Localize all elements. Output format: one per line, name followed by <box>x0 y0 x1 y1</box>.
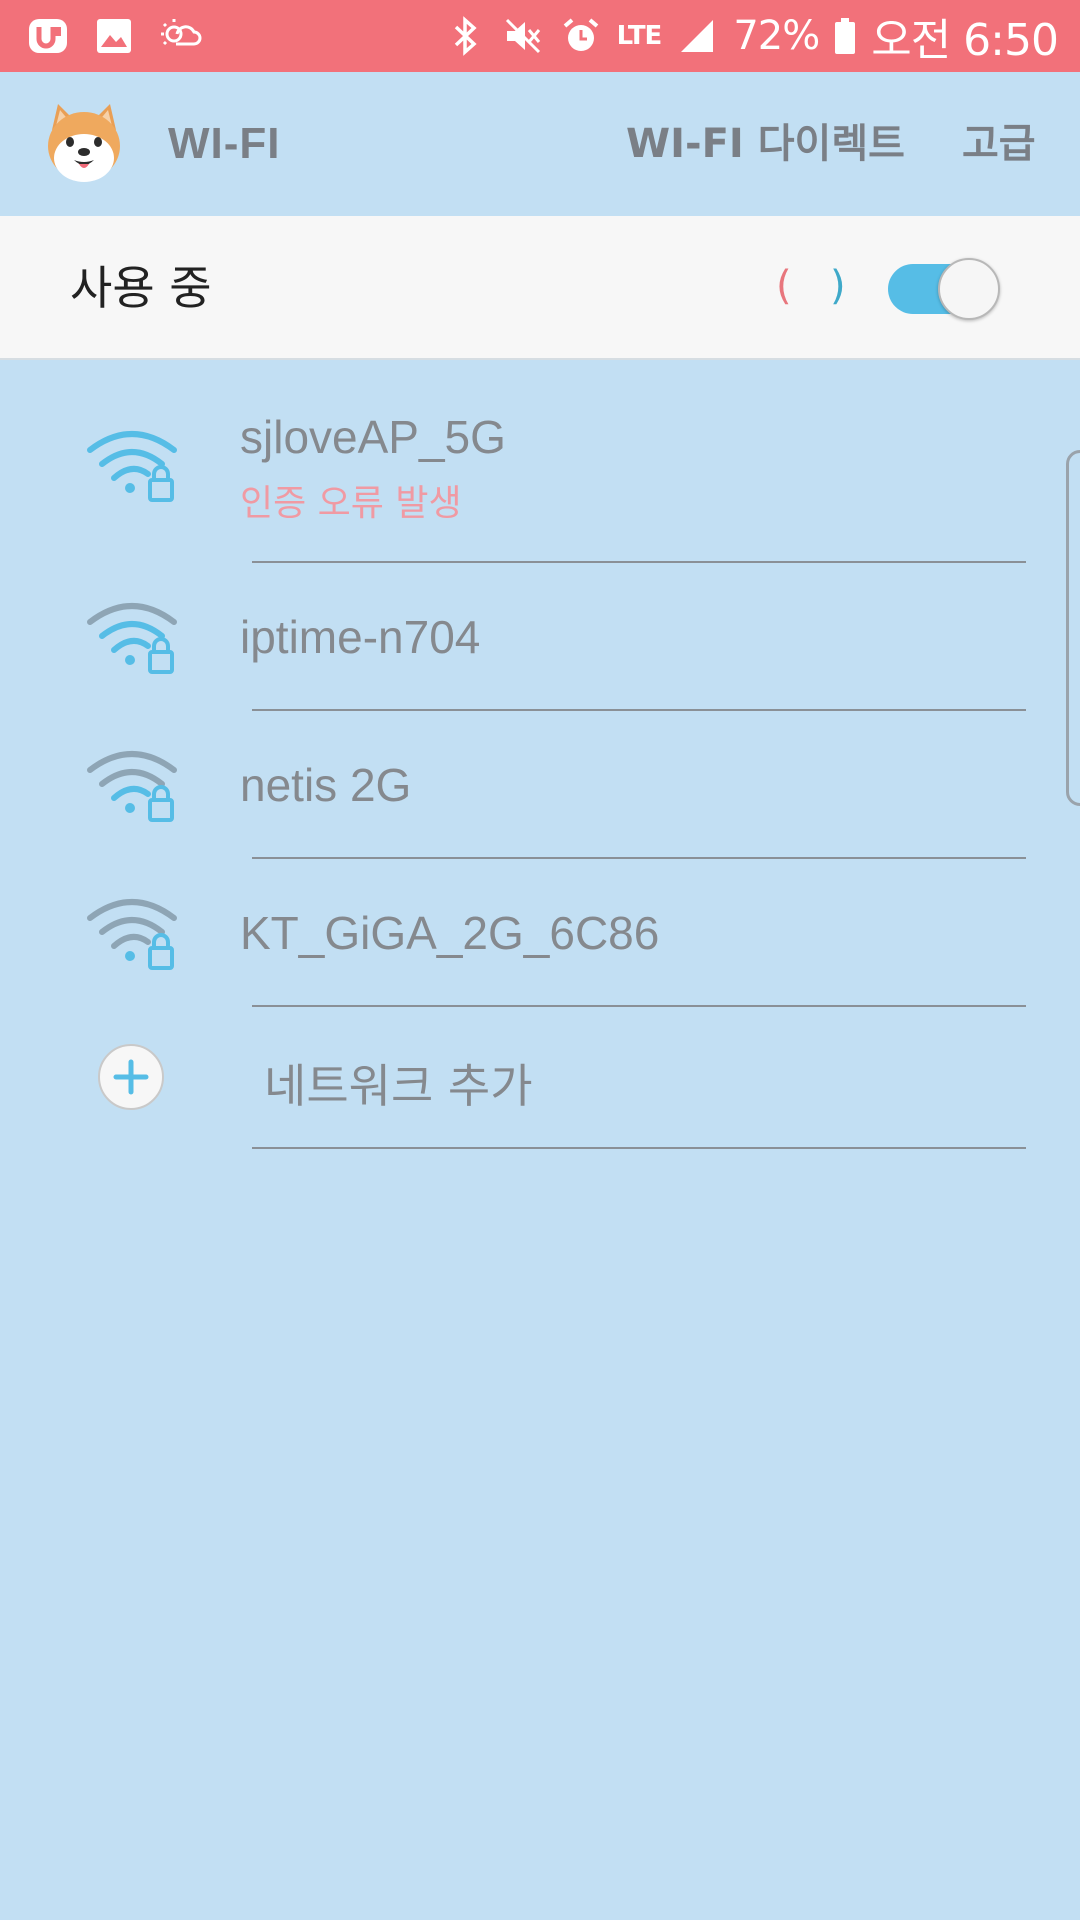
status-bar-right: LTE 72% 오전 6:50 <box>443 4 1059 68</box>
page-title: WI-FI <box>168 119 281 168</box>
network-item[interactable]: sjloveAP_5G 인증 오류 발생 <box>0 362 1080 562</box>
divider <box>252 1005 1026 1007</box>
divider <box>252 1147 1026 1149</box>
network-status-error: 인증 오류 발생 <box>240 483 462 524</box>
divider <box>252 561 1026 563</box>
wifi-secured-icon <box>86 890 182 986</box>
mute-icon <box>501 14 545 58</box>
network-item[interactable]: netis 2G <box>0 712 1080 858</box>
network-item[interactable]: KT_GiGA_2G_6C86 <box>0 860 1080 1006</box>
master-switch-label: 사용 중 <box>70 261 212 315</box>
add-network-item[interactable]: 네트워크 추가 <box>0 1008 1080 1148</box>
paren-right: ) <box>830 263 846 309</box>
notification-app-icon <box>26 14 70 58</box>
plus-icon <box>98 1044 164 1110</box>
network-ssid: netis 2G <box>240 759 412 811</box>
signal-icon <box>675 14 719 58</box>
wifi-secured-icon <box>86 422 182 518</box>
network-ssid: KT_GiGA_2G_6C86 <box>240 907 660 959</box>
wifi-secured-icon <box>86 742 182 838</box>
alarm-icon <box>559 14 603 58</box>
wifi-master-switch-row[interactable]: 사용 중 ( ) <box>0 216 1080 360</box>
clock: 오전 6:50 <box>871 15 1059 66</box>
gallery-icon <box>92 14 136 58</box>
battery-percent: 72% <box>733 13 820 59</box>
wifi-toggle-switch[interactable] <box>886 258 1000 320</box>
avatar-dog-icon[interactable] <box>44 102 124 186</box>
network-item[interactable]: iptime-n704 <box>0 564 1080 710</box>
add-network-label: 네트워크 추가 <box>264 1059 533 1113</box>
divider <box>252 709 1026 711</box>
network-ssid: iptime-n704 <box>240 611 481 663</box>
advanced-button[interactable]: 고급 <box>962 72 1036 216</box>
wifi-direct-button[interactable]: WI-FI 다이렉트 <box>626 72 905 216</box>
network-ssid: sjloveAP_5G <box>240 411 506 463</box>
status-bar: LTE 72% 오전 6:50 <box>0 0 1080 72</box>
wifi-secured-icon <box>86 594 182 690</box>
scroll-handle[interactable] <box>1066 450 1080 806</box>
paren-left: ( <box>776 263 792 309</box>
app-bar: WI-FI WI-FI 다이렉트 고급 <box>0 72 1080 216</box>
divider <box>252 857 1026 859</box>
status-bar-left <box>26 14 202 58</box>
weather-icon <box>158 14 202 58</box>
bluetooth-icon <box>443 14 487 58</box>
lte-label: LTE <box>616 21 663 51</box>
battery-icon <box>833 14 857 58</box>
toggle-thumb <box>938 258 1000 320</box>
